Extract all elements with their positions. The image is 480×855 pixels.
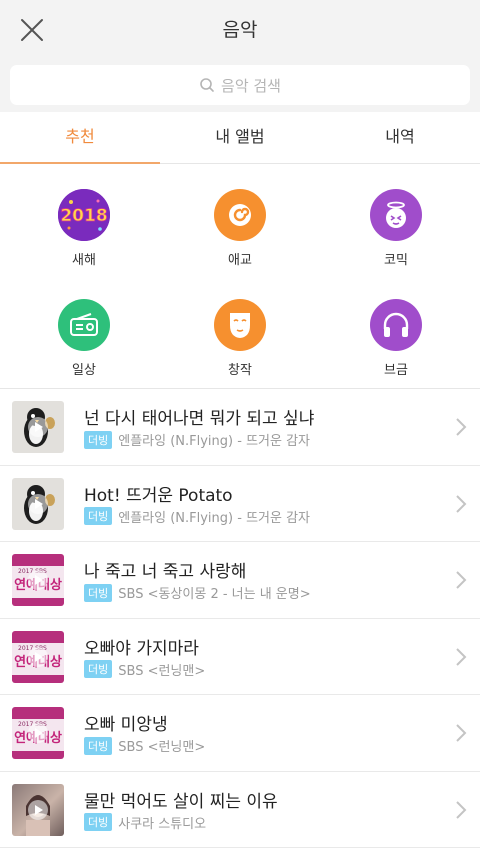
category-daily[interactable]: 일상	[34, 286, 134, 378]
search-placeholder: 음악 검색	[221, 76, 281, 95]
category-comic[interactable]: 코믹	[346, 176, 446, 268]
play-icon	[28, 417, 48, 437]
chevron-right-icon	[456, 571, 467, 589]
top-bar: 음악 음악 검색	[0, 0, 480, 112]
search-input[interactable]: 음악 검색	[10, 65, 470, 105]
page-title: 음악	[222, 19, 258, 41]
list-item[interactable]: 물만 먹어도 살이 찌는 이유 더빙 사쿠라 스튜디오	[0, 772, 480, 848]
list-item[interactable]: 2017 SBS연예대상 오빠 미앙냉 더빙 SBS <런닝맨>	[0, 695, 480, 772]
song-title: 넌 다시 태어나면 뭐가 되고 싶냐	[84, 409, 315, 429]
song-source: 사쿠라 스튜디오	[118, 816, 207, 832]
2018-icon: 2018	[58, 189, 110, 241]
song-source: 엔플라잉 (N.Flying) - 뜨거운 감자	[118, 510, 310, 526]
play-icon	[28, 646, 48, 667]
category-bgm[interactable]: 브금	[346, 286, 446, 378]
song-source: 엔플라잉 (N.Flying) - 뜨거운 감자	[118, 434, 310, 449]
radio-icon	[58, 299, 110, 351]
swirl-icon	[214, 189, 266, 241]
chevron-right-icon	[456, 647, 467, 666]
list-item[interactable]: Hot! 뜨거운 Potato 더빙 엔플라잉 (N.Flying) - 뜨거운…	[0, 466, 480, 542]
song-title: Hot! 뜨거운 Potato	[84, 485, 233, 506]
headphones-icon	[370, 299, 422, 351]
song-meta: 더빙 엔플라잉 (N.Flying) - 뜨거운 감자	[84, 430, 310, 449]
dubbing-badge: 더빙	[84, 660, 113, 678]
category-grid: 2018 새해 애교 코믹 일상 창작 브금	[0, 176, 480, 388]
song-title: 오빠 미앙냉	[84, 715, 168, 735]
tab-recommended[interactable]: 추천	[0, 112, 160, 164]
song-meta: 더빙 SBS <런닝맨>	[84, 736, 205, 755]
song-source: SBS <동상이몽 2 - 너는 내 운명>	[118, 587, 311, 602]
dubbing-badge: 더빙	[84, 430, 113, 449]
search-icon	[200, 78, 214, 92]
category-label: 새해	[72, 253, 96, 268]
song-list: 넌 다시 태어나면 뭐가 되고 싶냐 더빙 엔플라잉 (N.Flying) - …	[0, 389, 480, 848]
list-item[interactable]: 2017 SBS연예대상 나 죽고 너 죽고 사랑해 더빙 SBS <동상이몽 …	[0, 542, 480, 619]
play-icon	[28, 493, 48, 514]
song-source: SBS <런닝맨>	[118, 740, 206, 755]
dubbing-badge: 더빙	[84, 736, 113, 755]
category-label: 애교	[228, 253, 252, 268]
dubbing-badge: 더빙	[84, 813, 113, 831]
list-item[interactable]: 2017 SBS연예대상 오빠야 가지마라 더빙 SBS <런닝맨>	[0, 619, 480, 695]
tab-history[interactable]: 내역	[320, 112, 480, 163]
play-icon	[28, 723, 48, 743]
category-label: 브금	[384, 363, 408, 378]
song-thumbnail	[12, 401, 64, 453]
song-thumbnail	[12, 477, 64, 530]
song-title: 오빠야 가지마라	[84, 638, 199, 659]
song-meta: 더빙 엔플라잉 (N.Flying) - 뜨거운 감자	[84, 507, 310, 526]
category-label: 창작	[228, 363, 252, 378]
chevron-right-icon	[456, 494, 467, 513]
song-source: SBS <런닝맨>	[118, 663, 206, 679]
song-thumbnail: 2017 SBS연예대상	[12, 707, 64, 759]
list-item[interactable]: 넌 다시 태어나면 뭐가 되고 싶냐 더빙 엔플라잉 (N.Flying) - …	[0, 389, 480, 466]
category-label: 일상	[72, 363, 96, 378]
dubbing-badge: 더빙	[84, 583, 113, 602]
song-title: 나 죽고 너 죽고 사랑해	[84, 562, 247, 582]
category-label: 코믹	[384, 253, 408, 268]
angel-face-icon	[370, 189, 422, 241]
song-meta: 더빙 사쿠라 스튜디오	[84, 813, 206, 832]
mask-icon	[214, 299, 266, 351]
chevron-right-icon	[456, 724, 467, 742]
play-icon	[28, 799, 48, 820]
song-meta: 더빙 SBS <런닝맨>	[84, 660, 205, 679]
song-meta: 더빙 SBS <동상이몽 2 - 너는 내 운명>	[84, 583, 311, 602]
chevron-right-icon	[456, 418, 467, 436]
dubbing-badge: 더빙	[84, 507, 113, 525]
tab-my-album[interactable]: 내 앨범	[160, 112, 320, 163]
tab-bar: 추천 내 앨범 내역	[0, 112, 480, 164]
category-new-year[interactable]: 2018 새해	[34, 176, 134, 268]
category-creative[interactable]: 창작	[190, 286, 290, 378]
song-thumbnail: 2017 SBS연예대상	[12, 554, 64, 606]
chevron-right-icon	[456, 800, 467, 819]
song-title: 물만 먹어도 살이 찌는 이유	[84, 791, 278, 812]
play-icon	[28, 570, 48, 590]
category-aegyo[interactable]: 애교	[190, 176, 290, 268]
song-thumbnail	[12, 783, 64, 836]
svg-text:2018: 2018	[60, 206, 107, 226]
song-thumbnail: 2017 SBS연예대상	[12, 630, 64, 683]
